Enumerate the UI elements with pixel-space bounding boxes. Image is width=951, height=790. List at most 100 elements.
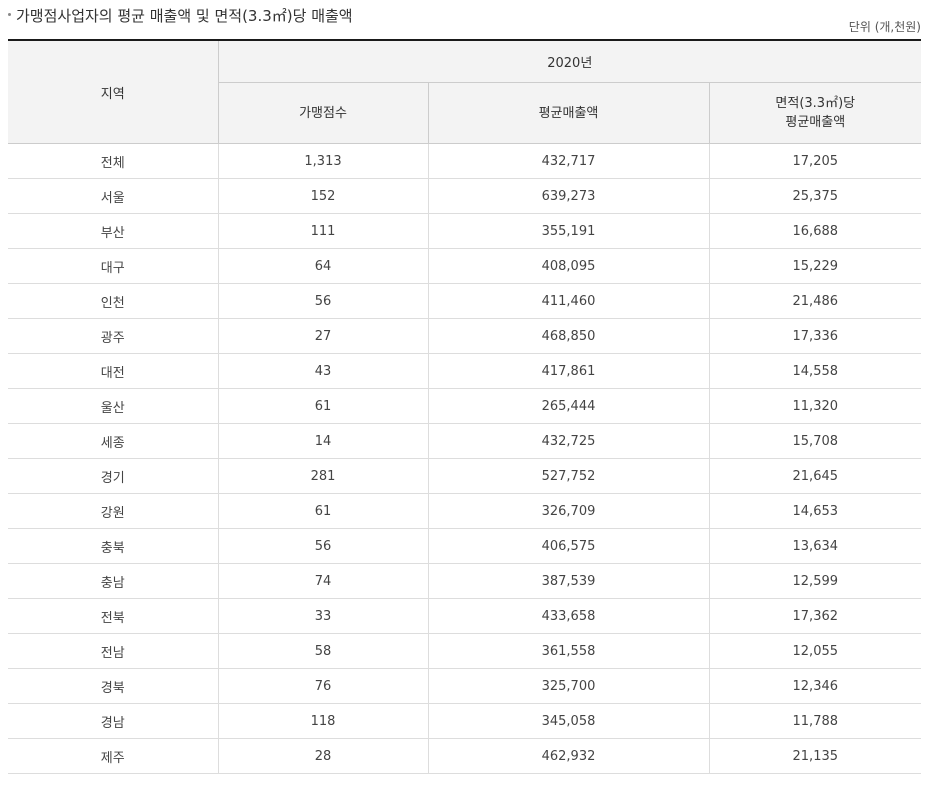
cell-stores: 58 bbox=[217, 633, 428, 669]
cell-avg-sales: 387,539 bbox=[427, 563, 709, 599]
cell-region: 대구 bbox=[8, 248, 218, 284]
cell-region: 경북 bbox=[8, 668, 218, 704]
cell-avg-sales: 265,444 bbox=[427, 388, 709, 424]
table-row: 전북 33 433,658 17,362 bbox=[8, 598, 922, 634]
cell-avg-sales: 433,658 bbox=[427, 598, 709, 634]
table-row: 서울 152 639,273 25,375 bbox=[8, 178, 922, 214]
bullet-icon bbox=[8, 13, 11, 16]
cell-stores: 118 bbox=[217, 703, 428, 739]
header-per-area-line2: 평균매출액 bbox=[785, 115, 846, 130]
cell-stores: 28 bbox=[217, 738, 428, 774]
cell-stores: 56 bbox=[217, 528, 428, 564]
cell-stores: 56 bbox=[217, 283, 428, 319]
cell-stores: 33 bbox=[217, 598, 428, 634]
cell-region: 충북 bbox=[8, 528, 218, 564]
cell-per-area-sales: 12,055 bbox=[708, 633, 922, 669]
cell-region: 서울 bbox=[8, 178, 218, 214]
table-title: 가맹점사업자의 평균 매출액 및 면적(3.3㎡)당 매출액 bbox=[16, 7, 353, 25]
cell-avg-sales: 355,191 bbox=[427, 213, 709, 249]
header-per-area-line1: 면적(3.3㎡)당 bbox=[775, 96, 856, 111]
cell-per-area-sales: 15,708 bbox=[708, 423, 922, 459]
cell-region: 경기 bbox=[8, 458, 218, 494]
cell-avg-sales: 411,460 bbox=[427, 283, 709, 319]
cell-per-area-sales: 15,229 bbox=[708, 248, 922, 284]
cell-region: 울산 bbox=[8, 388, 218, 424]
cell-avg-sales: 527,752 bbox=[427, 458, 709, 494]
cell-per-area-sales: 12,599 bbox=[708, 563, 922, 599]
header-per-area-sales: 면적(3.3㎡)당 평균매출액 bbox=[708, 82, 922, 144]
table-row: 충북 56 406,575 13,634 bbox=[8, 528, 922, 564]
cell-stores: 43 bbox=[217, 353, 428, 389]
cell-stores: 152 bbox=[217, 178, 428, 214]
cell-region: 광주 bbox=[8, 318, 218, 354]
cell-avg-sales: 406,575 bbox=[427, 528, 709, 564]
data-table: 지역 2020년 가맹점수 평균매출액 면적(3.3㎡)당 평균매출액 전체 1,… bbox=[8, 39, 922, 774]
cell-avg-sales: 345,058 bbox=[427, 703, 709, 739]
cell-per-area-sales: 13,634 bbox=[708, 528, 922, 564]
cell-region: 제주 bbox=[8, 738, 218, 774]
table-row: 충남 74 387,539 12,599 bbox=[8, 563, 922, 599]
header-region: 지역 bbox=[8, 40, 218, 144]
cell-per-area-sales: 12,346 bbox=[708, 668, 922, 704]
header-row-1: 지역 2020년 bbox=[8, 40, 922, 144]
cell-region: 부산 bbox=[8, 213, 218, 249]
table-caption-row: 가맹점사업자의 평균 매출액 및 면적(3.3㎡)당 매출액 단위 (개,천원) bbox=[8, 0, 921, 36]
cell-stores: 1,313 bbox=[217, 143, 428, 179]
table-body: 전체 1,313 432,717 17,205 서울 152 639,273 25,375 부산… bbox=[8, 143, 922, 774]
cell-region: 세종 bbox=[8, 423, 218, 459]
table-header: 지역 2020년 가맹점수 평균매출액 면적(3.3㎡)당 평균매출액 bbox=[8, 40, 922, 144]
cell-per-area-sales: 16,688 bbox=[708, 213, 922, 249]
cell-avg-sales: 326,709 bbox=[427, 493, 709, 529]
cell-per-area-sales: 21,645 bbox=[708, 458, 922, 494]
cell-region: 전체 bbox=[8, 143, 218, 179]
cell-per-area-sales: 17,205 bbox=[708, 143, 922, 179]
cell-stores: 14 bbox=[217, 423, 428, 459]
cell-stores: 74 bbox=[217, 563, 428, 599]
table-row: 경기 281 527,752 21,645 bbox=[8, 458, 922, 494]
cell-region: 경남 bbox=[8, 703, 218, 739]
table-row: 경남 118 345,058 11,788 bbox=[8, 703, 922, 739]
header-year: 2020년 bbox=[217, 40, 922, 83]
cell-region: 인천 bbox=[8, 283, 218, 319]
table-row: 대구 64 408,095 15,229 bbox=[8, 248, 922, 284]
header-stores: 가맹점수 bbox=[217, 82, 428, 144]
cell-avg-sales: 468,850 bbox=[427, 318, 709, 354]
page: 가맹점사업자의 평균 매출액 및 면적(3.3㎡)당 매출액 단위 (개,천원)… bbox=[0, 0, 951, 790]
table-row: 부산 111 355,191 16,688 bbox=[8, 213, 922, 249]
table-row: 강원 61 326,709 14,653 bbox=[8, 493, 922, 529]
table-row: 전남 58 361,558 12,055 bbox=[8, 633, 922, 669]
cell-region: 대전 bbox=[8, 353, 218, 389]
table-row: 제주 28 462,932 21,135 bbox=[8, 738, 922, 774]
header-avg-sales: 평균매출액 bbox=[427, 82, 709, 144]
cell-region: 전남 bbox=[8, 633, 218, 669]
table-row: 세종 14 432,725 15,708 bbox=[8, 423, 922, 459]
cell-region: 전북 bbox=[8, 598, 218, 634]
cell-avg-sales: 432,717 bbox=[427, 143, 709, 179]
cell-per-area-sales: 25,375 bbox=[708, 178, 922, 214]
cell-stores: 64 bbox=[217, 248, 428, 284]
table-title-wrapper: 가맹점사업자의 평균 매출액 및 면적(3.3㎡)당 매출액 bbox=[8, 5, 353, 26]
cell-stores: 111 bbox=[217, 213, 428, 249]
cell-per-area-sales: 21,486 bbox=[708, 283, 922, 319]
table-row: 전체 1,313 432,717 17,205 bbox=[8, 143, 922, 179]
cell-region: 충남 bbox=[8, 563, 218, 599]
cell-per-area-sales: 17,336 bbox=[708, 318, 922, 354]
cell-stores: 61 bbox=[217, 493, 428, 529]
cell-per-area-sales: 11,320 bbox=[708, 388, 922, 424]
cell-stores: 76 bbox=[217, 668, 428, 704]
cell-region: 강원 bbox=[8, 493, 218, 529]
cell-per-area-sales: 21,135 bbox=[708, 738, 922, 774]
cell-per-area-sales: 11,788 bbox=[708, 703, 922, 739]
cell-stores: 61 bbox=[217, 388, 428, 424]
unit-label: 단위 (개,천원) bbox=[848, 20, 921, 34]
cell-per-area-sales: 14,558 bbox=[708, 353, 922, 389]
table-row: 광주 27 468,850 17,336 bbox=[8, 318, 922, 354]
cell-avg-sales: 462,932 bbox=[427, 738, 709, 774]
cell-per-area-sales: 14,653 bbox=[708, 493, 922, 529]
cell-stores: 281 bbox=[217, 458, 428, 494]
cell-avg-sales: 639,273 bbox=[427, 178, 709, 214]
cell-per-area-sales: 17,362 bbox=[708, 598, 922, 634]
cell-stores: 27 bbox=[217, 318, 428, 354]
cell-avg-sales: 417,861 bbox=[427, 353, 709, 389]
cell-avg-sales: 408,095 bbox=[427, 248, 709, 284]
